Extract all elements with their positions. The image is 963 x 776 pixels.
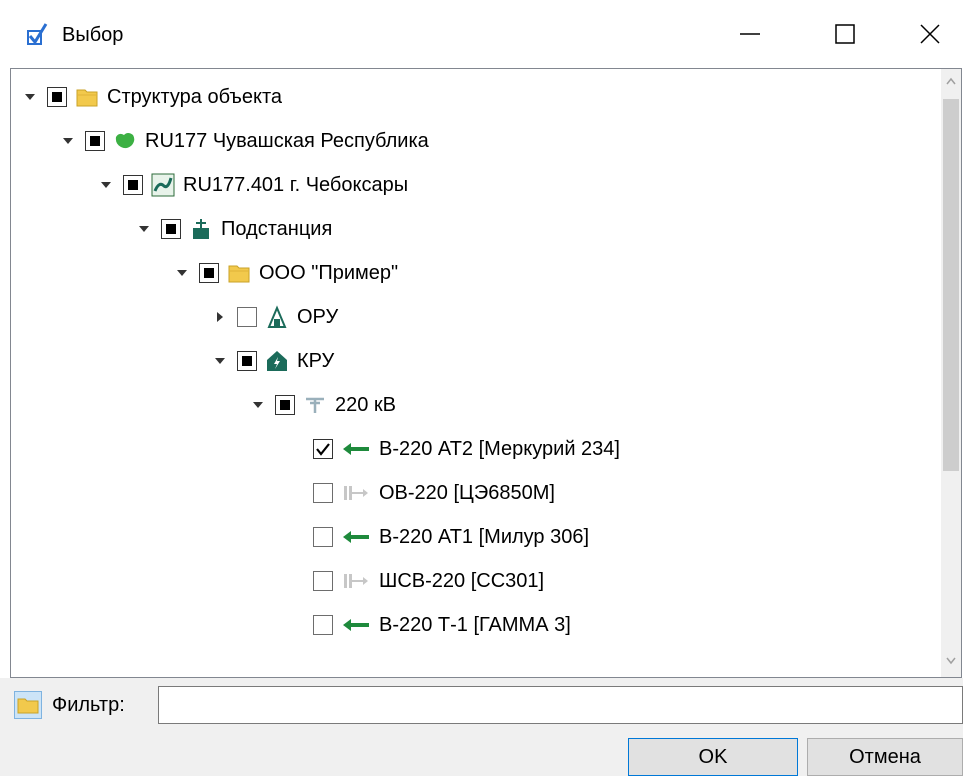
vertical-scrollbar[interactable]	[941, 69, 961, 677]
object-tree[interactable]: Структура объекта RU177 Чувашская Республ…	[10, 68, 962, 678]
tree-node[interactable]: Подстанция	[133, 207, 332, 251]
expanded-caret-icon[interactable]	[95, 174, 117, 196]
folder-icon	[227, 261, 251, 285]
node-checkbox[interactable]	[313, 527, 333, 547]
green-arrow-icon	[341, 525, 371, 549]
node-checkbox[interactable]	[199, 263, 219, 283]
node-checkbox[interactable]	[313, 439, 333, 459]
folder-icon	[75, 85, 99, 109]
cancel-button[interactable]: Отмена	[807, 738, 963, 776]
maximize-icon	[835, 24, 855, 44]
node-checkbox[interactable]	[313, 571, 333, 591]
tree-node[interactable]: КРУ	[209, 339, 334, 383]
tree-node-label: ОВ-220 [ЦЭ6850М]	[379, 481, 555, 504]
tree-node-label: В-220 АТ2 [Меркурий 234]	[379, 437, 620, 460]
expanded-caret-icon[interactable]	[209, 350, 231, 372]
tree-node-label: ОРУ	[297, 305, 339, 328]
node-checkbox[interactable]	[237, 351, 257, 371]
ok-button[interactable]: OK	[628, 738, 798, 776]
node-checkbox[interactable]	[275, 395, 295, 415]
tree-node[interactable]: В-220 АТ1 [Милур 306]	[285, 515, 589, 559]
node-checkbox[interactable]	[237, 307, 257, 327]
tree-node[interactable]: ОРУ	[209, 295, 338, 339]
collapsed-caret-icon[interactable]	[209, 306, 231, 328]
filter-label: Фильтр:	[52, 694, 125, 716]
scroll-down-icon[interactable]	[946, 657, 956, 665]
expanded-caret-icon[interactable]	[19, 86, 41, 108]
expanded-caret-icon[interactable]	[247, 394, 269, 416]
tree-node[interactable]: 220 кВ	[247, 383, 396, 427]
partial-check-indicator	[90, 136, 100, 146]
checkmark-app-icon	[27, 23, 48, 45]
region-map-icon	[113, 129, 137, 153]
filter-panel: Фильтр: OK Отмена	[0, 678, 963, 776]
expanded-caret-icon[interactable]	[133, 218, 155, 240]
scrollbar-thumb[interactable]	[943, 99, 959, 471]
node-checkbox[interactable]	[313, 483, 333, 503]
expanded-caret-icon[interactable]	[171, 262, 193, 284]
tree-node[interactable]: ШСВ-220 [СС301]	[285, 559, 544, 603]
indoor-switchgear-icon	[265, 349, 289, 373]
partial-check-indicator	[166, 224, 176, 234]
voltage-level-icon	[303, 393, 327, 417]
node-checkbox[interactable]	[313, 615, 333, 635]
folder-icon	[17, 698, 39, 714]
scroll-up-icon[interactable]	[946, 77, 956, 85]
substation-icon	[189, 217, 213, 241]
tree-node[interactable]: ООО "Пример"	[171, 251, 398, 295]
filter-folder-button[interactable]	[14, 691, 42, 719]
filter-input[interactable]	[158, 686, 963, 724]
close-icon	[920, 24, 940, 44]
partial-check-indicator	[242, 356, 252, 366]
window-title: Выбор	[62, 24, 124, 46]
gray-arrow-icon	[341, 569, 371, 593]
tree-node-label: Подстанция	[221, 217, 333, 240]
partial-check-indicator	[204, 268, 214, 278]
tree-node-label: В-220 АТ1 [Милур 306]	[379, 525, 590, 548]
node-checkbox[interactable]	[85, 131, 105, 151]
tree-node-label: Структура объекта	[107, 85, 283, 108]
node-checkbox[interactable]	[123, 175, 143, 195]
tree-node-label: RU177 Чувашская Республика	[145, 129, 429, 152]
green-arrow-icon	[341, 613, 371, 637]
tree-node[interactable]: RU177.401 г. Чебоксары	[95, 163, 408, 207]
partial-check-indicator	[280, 400, 290, 410]
tree-node[interactable]: RU177 Чувашская Республика	[57, 119, 429, 163]
node-checkbox[interactable]	[161, 219, 181, 239]
minimize-button[interactable]	[720, 10, 780, 58]
tree-node[interactable]: В-220 Т-1 [ГАММА 3]	[285, 603, 571, 647]
node-checkbox[interactable]	[47, 87, 67, 107]
expanded-caret-icon[interactable]	[57, 130, 79, 152]
tree-node-label: ШСВ-220 [СС301]	[379, 569, 545, 592]
tree-node-label: ООО "Пример"	[259, 261, 399, 284]
green-arrow-icon	[341, 437, 371, 461]
tree-node-label: КРУ	[297, 349, 335, 372]
tree-node-label: RU177.401 г. Чебоксары	[183, 173, 409, 196]
outdoor-switchgear-icon	[265, 305, 289, 329]
tree-node-label: 220 кВ	[335, 393, 397, 416]
tree-node[interactable]: В-220 АТ2 [Меркурий 234]	[285, 427, 620, 471]
partial-check-indicator	[52, 92, 62, 102]
city-map-icon	[151, 173, 175, 197]
tree-node[interactable]: ОВ-220 [ЦЭ6850М]	[285, 471, 555, 515]
tree-node[interactable]: Структура объекта	[19, 75, 282, 119]
partial-check-indicator	[128, 180, 138, 190]
checkmark-icon	[316, 443, 330, 456]
close-button[interactable]	[900, 10, 960, 58]
maximize-button[interactable]	[815, 10, 875, 58]
title-bar: Выбор	[0, 0, 963, 68]
minimize-icon	[740, 33, 760, 35]
tree-node-label: В-220 Т-1 [ГАММА 3]	[379, 613, 571, 636]
gray-arrow-icon	[341, 481, 371, 505]
